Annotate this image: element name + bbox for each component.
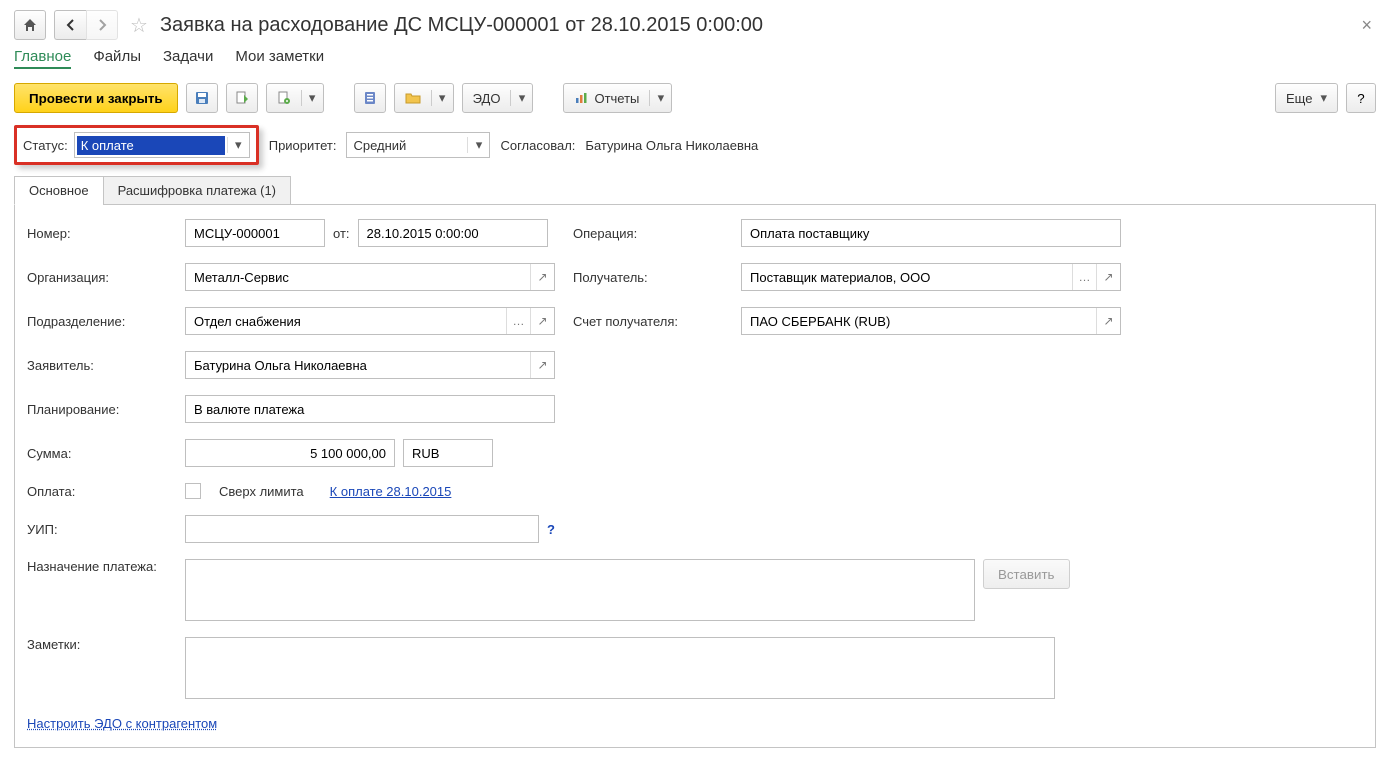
dept-label: Подразделение: bbox=[27, 314, 167, 329]
uip-help-icon[interactable]: ? bbox=[547, 522, 555, 537]
status-label: Статус: bbox=[23, 138, 68, 153]
over-limit-checkbox[interactable] bbox=[185, 483, 201, 499]
purpose-textarea[interactable] bbox=[185, 559, 975, 621]
payment-label: Оплата: bbox=[27, 484, 167, 499]
print-button[interactable]: ▾ bbox=[394, 83, 454, 113]
priority-label: Приоритет: bbox=[269, 138, 337, 153]
reports-button[interactable]: Отчеты ▾ bbox=[563, 83, 672, 113]
forward-button[interactable] bbox=[86, 10, 118, 40]
help-button[interactable]: ? bbox=[1346, 83, 1376, 113]
approver-value: Батурина Ольга Николаевна bbox=[585, 138, 758, 153]
home-button[interactable] bbox=[14, 10, 46, 40]
caret-down-icon: ▾ bbox=[301, 90, 323, 106]
doc-icon bbox=[277, 91, 291, 105]
caret-down-icon: ▾ bbox=[431, 90, 453, 106]
planning-field[interactable] bbox=[185, 395, 555, 423]
applicant-label: Заявитель: bbox=[27, 358, 167, 373]
ellipsis-icon[interactable]: … bbox=[506, 308, 530, 334]
org-label: Организация: bbox=[27, 270, 167, 285]
nav-files[interactable]: Файлы bbox=[93, 48, 141, 69]
number-field[interactable] bbox=[185, 219, 325, 247]
approver-label: Согласовал: bbox=[500, 138, 575, 153]
home-icon bbox=[22, 17, 38, 33]
ellipsis-icon[interactable]: … bbox=[1072, 264, 1096, 290]
open-icon[interactable]: ↗ bbox=[530, 308, 554, 334]
chart-icon bbox=[574, 91, 588, 105]
folder-icon bbox=[405, 91, 421, 105]
main-panel: Номер: от: Операция: Организация: ↗ Полу… bbox=[14, 204, 1376, 748]
recip-acc-field[interactable]: ↗ bbox=[741, 307, 1121, 335]
recipient-label: Получатель: bbox=[573, 270, 723, 285]
nav-main[interactable]: Главное bbox=[14, 48, 71, 69]
post-icon bbox=[234, 90, 250, 106]
tab-main[interactable]: Основное bbox=[14, 176, 104, 205]
more-button[interactable]: Еще ▾ bbox=[1275, 83, 1338, 113]
date-field[interactable] bbox=[358, 219, 548, 247]
operation-field[interactable] bbox=[741, 219, 1121, 247]
post-button[interactable] bbox=[226, 83, 258, 113]
save-icon bbox=[194, 90, 210, 106]
more-label: Еще bbox=[1286, 91, 1312, 106]
page-title: Заявка на расходование ДС МСЦУ-000001 от… bbox=[160, 14, 763, 37]
pay-date-link[interactable]: К оплате 28.10.2015 bbox=[330, 484, 452, 499]
status-value: К оплате bbox=[77, 136, 225, 155]
uip-field[interactable] bbox=[185, 515, 539, 543]
status-select[interactable]: К оплате ▾ bbox=[74, 132, 250, 158]
notes-textarea[interactable] bbox=[185, 637, 1055, 699]
save-button[interactable] bbox=[186, 83, 218, 113]
over-limit-label: Сверх лимита bbox=[219, 484, 304, 499]
nav-notes[interactable]: Мои заметки bbox=[235, 48, 324, 69]
priority-value: Средний bbox=[347, 138, 467, 153]
recip-acc-label: Счет получателя: bbox=[573, 314, 723, 329]
open-icon[interactable]: ↗ bbox=[1096, 264, 1120, 290]
favorite-star-icon[interactable]: ☆ bbox=[126, 13, 152, 38]
caret-down-icon: ▾ bbox=[649, 90, 671, 106]
org-field[interactable]: ↗ bbox=[185, 263, 555, 291]
recipient-field[interactable]: … ↗ bbox=[741, 263, 1121, 291]
open-icon[interactable]: ↗ bbox=[530, 352, 554, 378]
structure-button[interactable] bbox=[354, 83, 386, 113]
arrow-right-icon bbox=[95, 18, 109, 32]
edo-button[interactable]: ЭДО ▾ bbox=[462, 83, 534, 113]
arrow-left-icon bbox=[64, 18, 78, 32]
post-and-close-button[interactable]: Провести и закрыть bbox=[14, 83, 178, 113]
edo-setup-link[interactable]: Настроить ЭДО с контрагентом bbox=[27, 716, 217, 731]
applicant-field[interactable]: ↗ bbox=[185, 351, 555, 379]
currency-field[interactable] bbox=[403, 439, 493, 467]
tab-detail[interactable]: Расшифровка платежа (1) bbox=[103, 176, 291, 205]
insert-button[interactable]: Вставить bbox=[983, 559, 1070, 589]
caret-down-icon: ▾ bbox=[467, 137, 489, 153]
purpose-label: Назначение платежа: bbox=[27, 559, 167, 574]
sum-label: Сумма: bbox=[27, 446, 167, 461]
dept-field[interactable]: … ↗ bbox=[185, 307, 555, 335]
notes-label: Заметки: bbox=[27, 637, 167, 652]
sum-field[interactable] bbox=[185, 439, 395, 467]
list-icon bbox=[362, 90, 378, 106]
date-label: от: bbox=[333, 226, 350, 241]
close-icon[interactable]: × bbox=[1357, 15, 1376, 36]
reports-label: Отчеты bbox=[594, 91, 639, 106]
open-icon[interactable]: ↗ bbox=[530, 264, 554, 290]
uip-label: УИП: bbox=[27, 522, 167, 537]
create-based-on-button[interactable]: ▾ bbox=[266, 83, 324, 113]
priority-select[interactable]: Средний ▾ bbox=[346, 132, 490, 158]
caret-down-icon: ▾ bbox=[510, 90, 532, 106]
number-label: Номер: bbox=[27, 226, 167, 241]
nav-tasks[interactable]: Задачи bbox=[163, 48, 213, 69]
caret-down-icon: ▾ bbox=[1320, 90, 1327, 106]
operation-label: Операция: bbox=[573, 226, 723, 241]
caret-down-icon: ▾ bbox=[227, 137, 249, 153]
planning-label: Планирование: bbox=[27, 402, 167, 417]
back-button[interactable] bbox=[54, 10, 86, 40]
open-icon[interactable]: ↗ bbox=[1096, 308, 1120, 334]
